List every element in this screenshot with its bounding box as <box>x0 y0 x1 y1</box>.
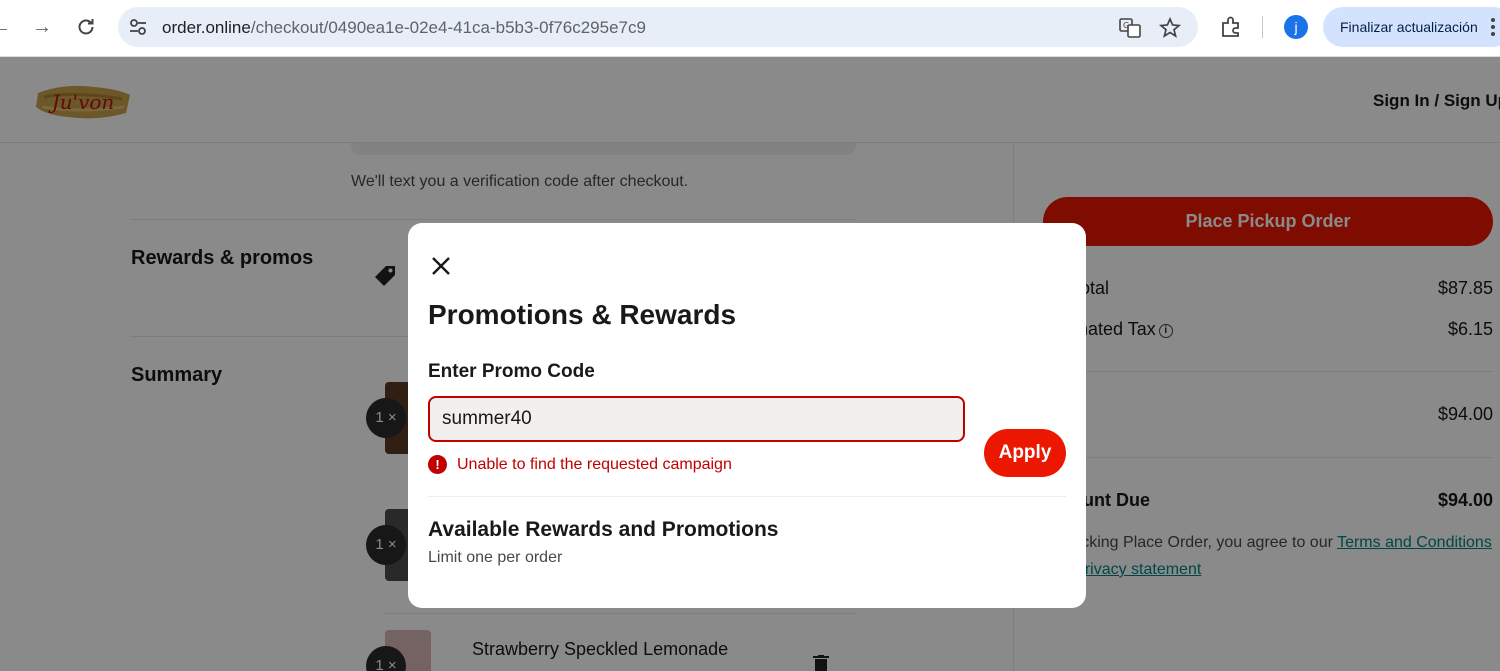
error-message: Unable to find the requested campaign <box>457 456 732 473</box>
error-icon: ! <box>428 455 447 474</box>
modal-divider <box>428 496 1066 497</box>
promo-code-input[interactable] <box>428 396 965 442</box>
translate-icon[interactable]: G <box>1118 16 1142 40</box>
promo-code-label: Enter Promo Code <box>428 361 595 382</box>
apply-button[interactable]: Apply <box>984 429 1066 477</box>
address-bar[interactable]: order.online/checkout/0490ea1e-02e4-41ca… <box>118 7 1198 47</box>
chrome-menu-icon[interactable] <box>1490 18 1496 38</box>
profile-avatar[interactable]: j <box>1284 15 1308 39</box>
promotions-modal: Promotions & Rewards Enter Promo Code ! … <box>408 223 1086 608</box>
back-icon[interactable]: ← <box>0 12 16 42</box>
reload-icon[interactable] <box>71 12 101 42</box>
extensions-icon[interactable] <box>1218 14 1244 40</box>
available-rewards-title: Available Rewards and Promotions <box>428 518 779 541</box>
url-path: /checkout/0490ea1e-02e4-41ca-b5b3-0f76c2… <box>250 18 646 37</box>
url-text[interactable]: order.online/checkout/0490ea1e-02e4-41ca… <box>162 18 646 38</box>
toolbar-separator <box>1262 16 1263 38</box>
url-host: order.online <box>162 18 251 37</box>
close-icon[interactable] <box>428 253 454 279</box>
site-info-icon[interactable] <box>128 17 148 37</box>
available-rewards-subtitle: Limit one per order <box>428 549 563 566</box>
bookmark-star-icon[interactable] <box>1158 16 1182 40</box>
modal-title: Promotions & Rewards <box>428 299 737 330</box>
browser-toolbar: ← → order.online/checkout/0490ea1e-02e4-… <box>0 0 1500 57</box>
update-button[interactable]: Finalizar actualización <box>1323 7 1500 47</box>
forward-icon[interactable]: → <box>27 12 57 42</box>
svg-text:G: G <box>1123 21 1129 30</box>
